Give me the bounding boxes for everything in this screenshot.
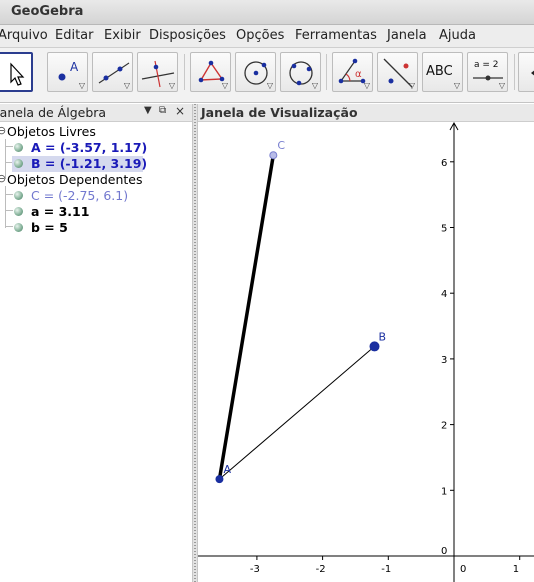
x-tick-label: 1 xyxy=(513,564,519,575)
svg-text:A: A xyxy=(70,60,79,74)
reflect-tool-button[interactable]: ▽ xyxy=(377,52,418,92)
toolbar-separator xyxy=(514,54,515,90)
y-tick-label: 4 xyxy=(441,289,447,300)
menu-janela[interactable]: Janela xyxy=(387,28,427,43)
point-tool-button[interactable]: A ▽ xyxy=(47,52,88,92)
object-definition: A = (-3.57, 1.17) xyxy=(31,140,148,155)
chevron-down-icon: ▽ xyxy=(311,81,318,90)
text-tool-button[interactable]: ABC ▽ xyxy=(422,52,463,92)
visibility-toggle-icon[interactable] xyxy=(14,159,23,168)
polygon-tool-button[interactable]: ▽ xyxy=(190,52,231,92)
segment-ac xyxy=(217,154,276,480)
circle-tool-button[interactable]: ▽ xyxy=(235,52,276,92)
tree-line xyxy=(5,186,6,228)
menu-disposicoes[interactable]: Disposições xyxy=(149,28,226,43)
undock-icon[interactable]: ⧉ xyxy=(159,105,166,116)
point-label-b: B xyxy=(379,330,387,343)
menu-opcoes[interactable]: Opções xyxy=(236,28,284,43)
point-label-a: A xyxy=(223,463,231,476)
tree-line xyxy=(5,226,13,227)
algebra-view-header: Janela de Álgebra ▼ ⧉ × xyxy=(0,104,192,122)
app-title: GeoGebra xyxy=(11,4,84,19)
y-tick-label: 5 xyxy=(441,224,447,235)
menu-ferramentas[interactable]: Ferramentas xyxy=(295,28,377,43)
dependent-objects-label: Objetos Dependentes xyxy=(7,172,143,187)
object-definition: B = (-1.21, 3.19) xyxy=(31,156,148,171)
x-tick-label: -1 xyxy=(381,564,391,575)
undo-button[interactable] xyxy=(518,52,534,92)
toolbar-separator xyxy=(326,54,327,90)
collapse-icon[interactable]: ⊖ xyxy=(0,172,6,185)
chevron-down-icon: ▽ xyxy=(123,81,130,90)
y-tick-label: 6 xyxy=(441,158,447,169)
graphics-canvas[interactable]: -3 -2 -1 0 1 0 1 2 3 4 5 6 A B C xyxy=(198,122,534,582)
tree-line xyxy=(5,210,13,211)
point-label-c: C xyxy=(277,139,285,152)
y-tick-label: 2 xyxy=(441,421,447,432)
menu-exibir[interactable]: Exibir xyxy=(104,28,141,43)
chevron-down-icon: ▽ xyxy=(408,81,415,90)
chevron-down-icon: ▽ xyxy=(168,81,175,90)
graphics-view-header: Janela de Visualização xyxy=(198,104,534,122)
y-tick-label: 1 xyxy=(441,486,447,497)
chevron-down-icon: ▽ xyxy=(363,81,370,90)
object-definition: C = (-2.75, 6.1) xyxy=(31,188,129,203)
arrow-left-icon xyxy=(531,70,534,76)
menu-editar[interactable]: Editar xyxy=(55,28,94,43)
toolbar: A ▽ ▽ ▽ ▽ ▽ ▽ α ▽ ▽ ABC ▽ a = 2 ▽ xyxy=(0,48,534,103)
arrow-cursor-icon xyxy=(10,62,25,86)
line-tool-button[interactable]: ▽ xyxy=(92,52,133,92)
perpendicular-tool-button[interactable]: ▽ xyxy=(137,52,178,92)
move-tool-button[interactable] xyxy=(0,52,33,92)
toolbar-separator xyxy=(184,54,185,90)
visibility-toggle-icon[interactable] xyxy=(14,191,23,200)
chevron-down-icon: ▽ xyxy=(453,81,460,90)
y-tick-label: 3 xyxy=(441,355,447,366)
close-icon[interactable]: × xyxy=(175,104,185,118)
segment-ab xyxy=(219,346,375,480)
menu-triangle-icon[interactable]: ▼ xyxy=(144,105,152,116)
algebra-view: ⊖ Objetos Livres A = (-3.57, 1.17) B = (… xyxy=(0,122,192,582)
chevron-down-icon: ▽ xyxy=(221,81,228,90)
chevron-down-icon: ▽ xyxy=(266,81,273,90)
object-definition: a = 3.11 xyxy=(31,204,90,219)
menu-bar: Arquivo Editar Exibir Disposições Opções… xyxy=(0,25,534,48)
visibility-toggle-icon[interactable] xyxy=(14,143,23,152)
tree-line xyxy=(5,146,13,147)
svg-text:α: α xyxy=(355,69,362,80)
graphics-view-title: Janela de Visualização xyxy=(201,105,358,120)
point-c[interactable] xyxy=(269,151,278,160)
collapse-icon[interactable]: ⊖ xyxy=(0,124,6,137)
visibility-toggle-icon[interactable] xyxy=(14,207,23,216)
circle-points-tool-button[interactable]: ▽ xyxy=(280,52,321,92)
object-definition: b = 5 xyxy=(31,220,68,235)
chevron-down-icon: ▽ xyxy=(498,81,505,90)
y-tick-label: 0 xyxy=(441,546,447,557)
chevron-down-icon: ▽ xyxy=(78,81,85,90)
point-a[interactable] xyxy=(215,475,224,484)
angle-tool-button[interactable]: α ▽ xyxy=(332,52,373,92)
x-tick-label: 0 xyxy=(460,564,466,575)
algebra-view-title: Janela de Álgebra xyxy=(0,105,107,120)
x-tick-label: -2 xyxy=(316,564,326,575)
x-tick-label: -3 xyxy=(250,564,260,575)
title-bar: GeoGebra xyxy=(0,0,534,25)
tree-line xyxy=(5,194,13,195)
visibility-toggle-icon[interactable] xyxy=(14,223,23,232)
menu-arquivo[interactable]: Arquivo xyxy=(0,28,48,43)
free-objects-label: Objetos Livres xyxy=(7,124,96,139)
list-item-point-b[interactable]: B = (-1.21, 3.19) xyxy=(12,156,147,172)
slider-tool-button[interactable]: a = 2 ▽ xyxy=(467,52,508,92)
text-tool-label: ABC xyxy=(426,64,453,79)
menu-ajuda[interactable]: Ajuda xyxy=(439,28,476,43)
